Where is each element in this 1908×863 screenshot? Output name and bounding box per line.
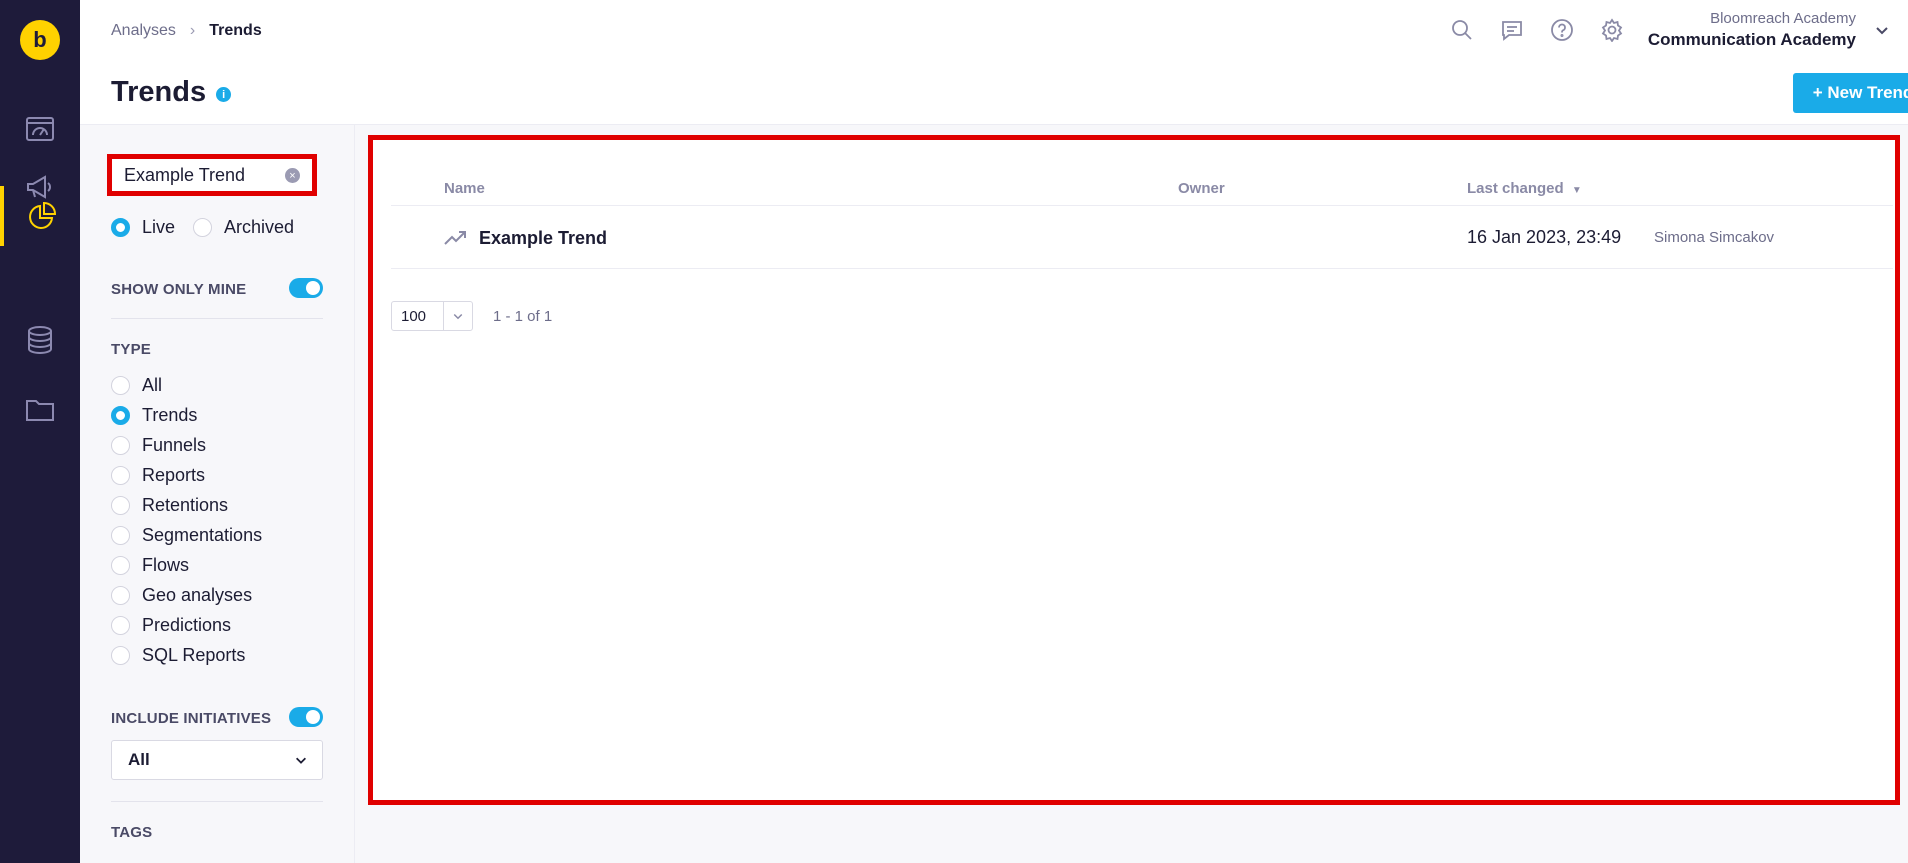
nav-assets[interactable]	[0, 374, 80, 444]
type-sql-reports-radio[interactable]: SQL Reports	[111, 640, 262, 670]
results-table: Name Owner Last changed ▼ Example Trend …	[391, 154, 1893, 269]
divider	[111, 318, 323, 319]
table-header: Name Owner Last changed ▼	[391, 154, 1893, 206]
status-filter: Live Archived	[111, 217, 294, 238]
type-option-label: Retentions	[142, 494, 229, 515]
type-option-label: All	[142, 374, 163, 395]
type-predictions-radio[interactable]: Predictions	[111, 610, 262, 640]
type-option-label: Segmentations	[142, 524, 263, 545]
page-range: 1 - 1 of 1	[493, 307, 553, 325]
radio-unchecked-icon	[111, 375, 130, 395]
type-option-label: Trends	[142, 404, 198, 425]
radio-unchecked-icon	[111, 525, 130, 545]
header-actions	[1450, 18, 1624, 43]
type-geo-analyses-radio[interactable]: Geo analyses	[111, 580, 262, 610]
account-project: Communication Academy	[1647, 30, 1856, 49]
page-size-dropdown[interactable]	[443, 302, 472, 330]
nav-analyses[interactable]	[0, 186, 80, 246]
page-title: Trends i	[111, 76, 232, 109]
radio-checked-icon	[111, 405, 130, 425]
row-last-changed: 16 Jan 2023, 23:49	[1467, 227, 1622, 247]
gear-icon[interactable]	[1600, 18, 1624, 43]
radio-unchecked-icon	[193, 218, 213, 237]
radio-unchecked-icon	[111, 435, 130, 455]
status-live-radio[interactable]: Live	[111, 217, 175, 238]
page-header: Analyses › Trends Trends i Bloomreach Ac…	[80, 0, 1908, 125]
sort-desc-icon: ▼	[1571, 185, 1582, 196]
column-last-changed[interactable]: Last changed ▼	[1467, 180, 1582, 197]
type-trends-radio[interactable]: Trends	[111, 400, 262, 430]
new-trend-button[interactable]: + New Trend	[1793, 73, 1908, 113]
show-only-mine-label: SHOW ONLY MINE	[111, 281, 247, 298]
trend-icon	[444, 231, 466, 245]
type-label: TYPE	[111, 341, 151, 358]
chevron-down-icon	[453, 313, 463, 320]
radio-unchecked-icon	[111, 495, 130, 515]
status-archived-label: Archived	[224, 217, 295, 237]
page-size-value: 100	[401, 307, 427, 325]
include-initiatives-label: INCLUDE INITIATIVES	[111, 710, 272, 727]
type-funnels-radio[interactable]: Funnels	[111, 430, 262, 460]
radio-unchecked-icon	[111, 645, 130, 665]
search-input-value: Example Trend	[124, 164, 246, 185]
chevron-right-icon: ›	[189, 22, 196, 39]
type-all-radio[interactable]: All	[111, 370, 262, 400]
pie-chart-icon	[29, 201, 57, 229]
show-only-mine-toggle[interactable]	[289, 278, 323, 298]
column-last-changed-label: Last changed	[1467, 180, 1564, 197]
initiatives-select-value: All	[128, 750, 150, 769]
row-name[interactable]: Example Trend	[479, 228, 607, 249]
nav-rail: b	[0, 0, 80, 863]
radio-unchecked-icon	[111, 585, 130, 605]
radio-unchecked-icon	[111, 555, 130, 575]
column-name[interactable]: Name	[444, 180, 485, 197]
row-author: Simona Simcakov	[1654, 229, 1775, 246]
info-icon[interactable]: i	[216, 87, 232, 102]
type-segmentations-radio[interactable]: Segmentations	[111, 520, 262, 550]
radio-checked-icon	[111, 218, 130, 237]
table-row[interactable]: Example Trend 16 Jan 2023, 23:49 Simona …	[391, 206, 1893, 269]
chevron-down-icon	[296, 757, 306, 764]
type-option-label: Reports	[142, 464, 206, 485]
include-initiatives-toggle[interactable]	[289, 707, 323, 727]
column-owner[interactable]: Owner	[1178, 180, 1225, 197]
status-archived-radio[interactable]: Archived	[193, 217, 294, 238]
clear-icon[interactable]: ×	[285, 168, 300, 183]
radio-unchecked-icon	[111, 615, 130, 635]
pagination: 100 1 - 1 of 1	[391, 301, 552, 331]
chat-icon[interactable]	[1500, 18, 1524, 42]
nav-data[interactable]	[0, 305, 80, 375]
type-option-label: Geo analyses	[142, 584, 253, 605]
bloomreach-logo-icon[interactable]: b	[20, 20, 60, 60]
search-icon[interactable]	[1450, 18, 1474, 42]
page-size-select[interactable]: 100	[391, 301, 473, 331]
type-filter: All Trends Funnels Reports Retentions Se…	[111, 370, 262, 670]
type-option-label: Funnels	[142, 434, 207, 455]
dashboard-icon	[26, 117, 54, 141]
chevron-down-icon[interactable]	[1874, 22, 1890, 38]
type-option-label: SQL Reports	[142, 644, 246, 665]
filter-sidebar: Example Trend × Live Archived SHOW ONLY …	[80, 125, 355, 863]
type-option-label: Flows	[142, 554, 190, 575]
breadcrumb-trends: Trends	[209, 22, 262, 39]
tags-label: TAGS	[111, 824, 153, 841]
initiatives-select[interactable]: All	[111, 740, 323, 780]
type-option-label: Predictions	[142, 614, 232, 635]
breadcrumb-analyses[interactable]: Analyses	[111, 22, 176, 40]
results-panel: Name Owner Last changed ▼ Example Trend …	[368, 135, 1900, 805]
radio-unchecked-icon	[111, 465, 130, 485]
divider	[111, 801, 323, 802]
account-switcher[interactable]: Bloomreach Academy Communication Academy	[1648, 10, 1856, 50]
type-flows-radio[interactable]: Flows	[111, 550, 262, 580]
account-org: Bloomreach Academy	[1710, 10, 1856, 27]
status-live-label: Live	[142, 217, 176, 237]
search-input[interactable]: Example Trend ×	[107, 154, 317, 196]
type-reports-radio[interactable]: Reports	[111, 460, 262, 490]
database-icon	[28, 326, 52, 354]
type-retentions-radio[interactable]: Retentions	[111, 490, 262, 520]
folder-icon	[26, 400, 54, 421]
page-title-text: Trends	[111, 76, 207, 108]
breadcrumb: Analyses › Trends	[111, 22, 262, 40]
help-icon[interactable]	[1550, 18, 1574, 42]
